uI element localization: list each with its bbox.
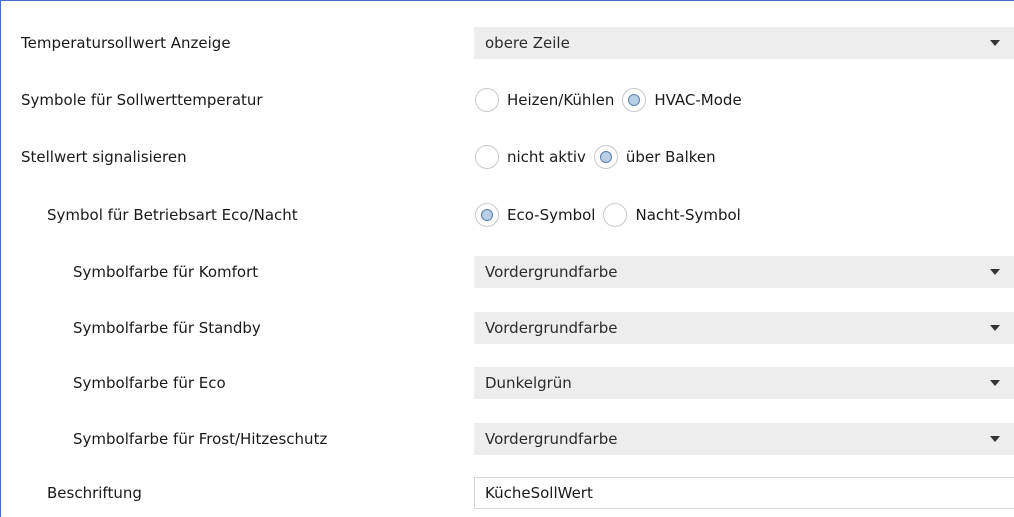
caption-input[interactable] (485, 478, 985, 508)
row-color-eco: Symbolfarbe für Eco Dunkelgrün (1, 365, 1014, 401)
chevron-down-icon (990, 380, 1000, 386)
color-standby-select[interactable]: Vordergrundfarbe (474, 312, 1014, 344)
color-comfort-select[interactable]: Vordergrundfarbe (474, 256, 1014, 288)
radio-label[interactable]: Nacht-Symbol (635, 206, 740, 224)
radio-label[interactable]: Eco-Symbol (507, 206, 595, 224)
row-eco-night-symbol: Symbol für Betriebsart Eco/Nacht Eco-Sym… (1, 197, 1014, 233)
color-frost-control: Vordergrundfarbe (474, 421, 1014, 457)
radio-night-symbol[interactable]: Nacht-Symbol (603, 203, 741, 227)
row-color-comfort: Symbolfarbe für Komfort Vordergrundfarbe (1, 254, 1014, 290)
radio-circle-selected[interactable] (622, 88, 647, 112)
color-eco-select[interactable]: Dunkelgrün (474, 367, 1014, 399)
row-color-frost: Symbolfarbe für Frost/Hitzeschutz Vorder… (1, 421, 1014, 457)
radio-hvac-mode[interactable]: HVAC-Mode (622, 88, 742, 112)
signal-value-control: nicht aktiv über Balken (474, 139, 1014, 175)
signal-value-label: Stellwert signalisieren (21, 148, 187, 166)
temp-display-label: Temperatursollwert Anzeige (21, 34, 231, 52)
signal-value-radio-group: nicht aktiv über Balken (475, 139, 724, 175)
color-standby-value: Vordergrundfarbe (485, 319, 618, 337)
temp-display-control: obere Zeile (474, 25, 1014, 61)
radio-label[interactable]: Heizen/Kühlen (507, 91, 614, 109)
color-eco-value: Dunkelgrün (485, 374, 572, 392)
color-comfort-control: Vordergrundfarbe (474, 254, 1014, 290)
radio-label[interactable]: über Balken (626, 148, 716, 166)
chevron-down-icon (990, 436, 1000, 442)
temp-display-select[interactable]: obere Zeile (474, 27, 1014, 59)
chevron-down-icon (990, 269, 1000, 275)
row-color-standby: Symbolfarbe für Standby Vordergrundfarbe (1, 310, 1014, 346)
radio-circle[interactable] (603, 203, 628, 227)
setpoint-symbols-control: Heizen/Kühlen HVAC-Mode (474, 82, 1014, 118)
row-caption: Beschriftung (1, 475, 1014, 511)
radio-circle-selected[interactable] (475, 203, 499, 227)
eco-night-symbol-radio-group: Eco-Symbol Nacht-Symbol (475, 197, 749, 233)
row-setpoint-symbols: Symbole für Sollwerttemperatur Heizen/Kü… (1, 82, 1014, 118)
row-signal-value: Stellwert signalisieren nicht aktiv über… (1, 139, 1014, 175)
caption-label: Beschriftung (47, 484, 142, 502)
setpoint-symbols-label: Symbole für Sollwerttemperatur (21, 91, 263, 109)
color-frost-select[interactable]: Vordergrundfarbe (474, 423, 1014, 455)
parameter-panel: Temperatursollwert Anzeige obere Zeile S… (0, 0, 1014, 517)
radio-via-bar[interactable]: über Balken (593, 145, 716, 169)
radio-eco-symbol[interactable]: Eco-Symbol (475, 203, 595, 227)
color-frost-label: Symbolfarbe für Frost/Hitzeschutz (73, 430, 328, 448)
color-eco-label: Symbolfarbe für Eco (73, 374, 226, 392)
radio-circle[interactable] (475, 88, 499, 112)
color-eco-control: Dunkelgrün (474, 365, 1014, 401)
chevron-down-icon (990, 40, 1000, 46)
caption-textbox[interactable] (474, 477, 1014, 509)
color-frost-value: Vordergrundfarbe (485, 430, 618, 448)
radio-not-active[interactable]: nicht aktiv (475, 145, 586, 169)
color-comfort-value: Vordergrundfarbe (485, 263, 618, 281)
color-standby-control: Vordergrundfarbe (474, 310, 1014, 346)
color-comfort-label: Symbolfarbe für Komfort (73, 263, 259, 281)
radio-label[interactable]: nicht aktiv (507, 148, 586, 166)
eco-night-symbol-label: Symbol für Betriebsart Eco/Nacht (47, 206, 298, 224)
eco-night-symbol-control: Eco-Symbol Nacht-Symbol (474, 197, 1014, 233)
row-temp-display: Temperatursollwert Anzeige obere Zeile (1, 25, 1014, 61)
color-standby-label: Symbolfarbe für Standby (73, 319, 261, 337)
radio-label[interactable]: HVAC-Mode (654, 91, 741, 109)
caption-control (474, 475, 1014, 511)
radio-heating-cooling[interactable]: Heizen/Kühlen (475, 88, 614, 112)
setpoint-symbols-radio-group: Heizen/Kühlen HVAC-Mode (475, 82, 750, 118)
chevron-down-icon (990, 325, 1000, 331)
temp-display-value: obere Zeile (485, 34, 570, 52)
radio-circle[interactable] (475, 145, 499, 169)
radio-circle-selected[interactable] (593, 145, 618, 169)
